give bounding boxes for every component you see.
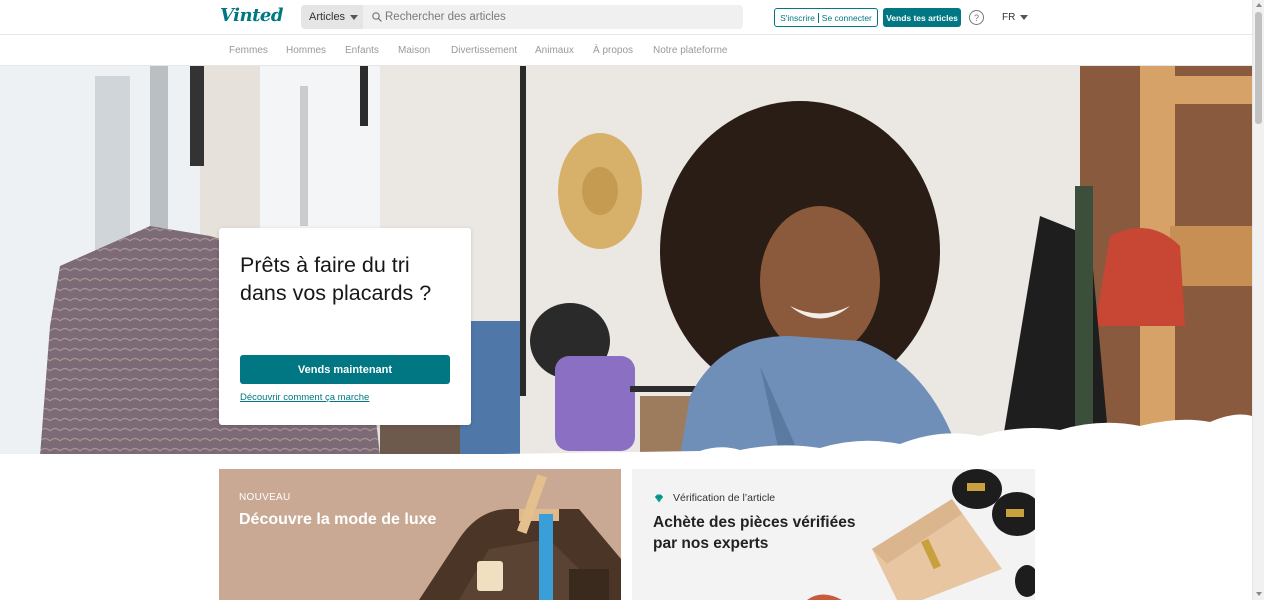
login-label[interactable]: Se connecter xyxy=(822,13,872,23)
hero-illustration xyxy=(0,66,1252,456)
hero-banner: Prêts à faire du tri dans vos placards ?… xyxy=(0,66,1252,456)
sell-items-button[interactable]: Vends tes articles xyxy=(883,8,961,27)
nav-item-maison[interactable]: Maison xyxy=(398,45,430,56)
search-category-label: Articles xyxy=(309,11,346,23)
verification-tag: Vérification de l’article xyxy=(654,492,775,504)
top-header: Vinted Articles S'inscrire Se connecter … xyxy=(0,0,1252,35)
nav-item-a-propos[interactable]: À propos xyxy=(593,45,633,56)
signup-label[interactable]: S'inscrire xyxy=(780,13,815,23)
caret-down-icon xyxy=(350,14,359,20)
search-icon xyxy=(372,12,382,22)
page-scrollbar[interactable] xyxy=(1252,0,1264,600)
divider xyxy=(817,12,819,23)
hero-title: Prêts à faire du tri dans vos placards ? xyxy=(240,253,432,305)
help-icon[interactable]: ? xyxy=(969,10,984,25)
luxury-promo-card[interactable]: NOUVEAU Découvre la mode de luxe xyxy=(219,469,621,600)
luxury-bag-illustration xyxy=(219,469,621,600)
verification-promo-card[interactable]: Vérification de l’article Achète des piè… xyxy=(632,469,1035,600)
nav-item-divertissement[interactable]: Divertissement xyxy=(451,45,517,56)
category-nav: Femmes Hommes Enfants Maison Divertissem… xyxy=(0,35,1252,66)
luxury-tag: NOUVEAU xyxy=(239,492,291,503)
luxury-title: Découvre la mode de luxe xyxy=(239,511,437,528)
verification-tag-label: Vérification de l’article xyxy=(673,492,776,504)
nav-item-animaux[interactable]: Animaux xyxy=(535,45,574,56)
search-category-select[interactable]: Articles xyxy=(301,5,363,29)
signup-login-button[interactable]: S'inscrire Se connecter xyxy=(774,8,878,27)
search-input[interactable] xyxy=(385,5,735,29)
verification-title: Achète des pièces vérifiées par nos expe… xyxy=(653,514,856,552)
nav-item-notre-plateforme[interactable]: Notre plateforme xyxy=(653,45,727,56)
scroll-down-icon[interactable] xyxy=(1256,592,1262,596)
nav-item-femmes[interactable]: Femmes xyxy=(229,45,268,56)
nav-item-hommes[interactable]: Hommes xyxy=(286,45,326,56)
language-label: FR xyxy=(1002,12,1016,23)
search-bar: Articles xyxy=(301,5,743,29)
vinted-logo[interactable]: Vinted xyxy=(220,5,283,26)
sell-now-button[interactable]: Vends maintenant xyxy=(240,355,450,384)
caret-down-icon xyxy=(1020,15,1029,20)
how-it-works-link[interactable]: Découvrir comment ça marche xyxy=(240,392,369,403)
scroll-up-icon[interactable] xyxy=(1256,3,1262,7)
scroll-thumb[interactable] xyxy=(1255,12,1262,124)
nav-item-enfants[interactable]: Enfants xyxy=(345,45,379,56)
gem-icon xyxy=(655,494,663,502)
language-select[interactable]: FR xyxy=(1002,12,1029,23)
hero-card: Prêts à faire du tri dans vos placards ?… xyxy=(219,228,471,425)
